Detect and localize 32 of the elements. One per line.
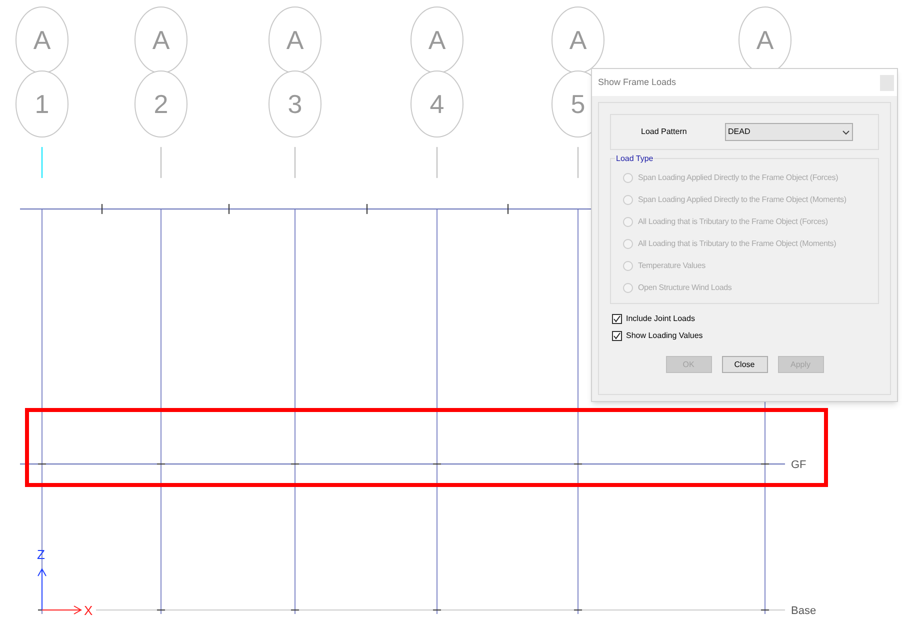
grid-line	[436, 146, 438, 178]
radio-label: Span Loading Applied Directly to the Frame Object (Moments)	[638, 194, 846, 206]
grid-bubble: A	[134, 6, 188, 74]
radio-label: All Loading that is Tributary to the Frame Object (Moments)	[638, 238, 836, 250]
checkbox[interactable]	[612, 314, 622, 324]
grid-bubble: 3	[268, 70, 322, 138]
grid-bubble: A	[410, 6, 464, 74]
close-button[interactable]	[880, 74, 894, 90]
group-legend: Load Type	[615, 153, 654, 165]
radio-label: All Loading that is Tributary to the Frame Object (Forces)	[638, 216, 828, 228]
dialog-title: Show Frame Loads	[598, 76, 676, 89]
grid-bubble: A	[16, 6, 68, 74]
checkbox-label: Show Loading Values	[626, 330, 703, 342]
axis-label: X	[84, 603, 93, 617]
radio-label: Open Structure Wind Loads	[638, 282, 732, 294]
grid-bubble: A	[268, 6, 322, 74]
dialog-button[interactable]: Close	[722, 356, 768, 373]
checkbox-label: Include Joint Loads	[626, 312, 695, 324]
grid-bubble: A	[552, 6, 604, 74]
grid-bubble: 2	[134, 70, 188, 138]
grid-line	[294, 146, 296, 178]
chevron-icon	[842, 130, 850, 134]
radio-label: Span Loading Applied Directly to the Frame Object (Forces)	[638, 172, 838, 184]
field-label: Load Pattern	[641, 126, 685, 138]
radio-label: Temperature Values	[638, 260, 706, 272]
load-pattern-dropdown[interactable]: DEAD	[725, 123, 853, 141]
checkbox[interactable]	[612, 330, 622, 340]
story-label: GF	[791, 459, 806, 471]
grid-line	[160, 146, 162, 178]
grid-bubble: 4	[410, 70, 464, 138]
grid-bubble: 1	[16, 70, 68, 138]
story-label: Base	[791, 605, 816, 617]
